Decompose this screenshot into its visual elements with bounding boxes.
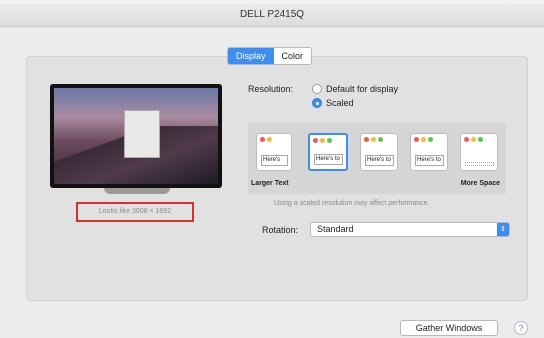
traffic-lights-icon — [464, 137, 483, 142]
traffic-lights-icon — [260, 137, 272, 142]
radio-scaled-label: Scaled — [326, 98, 354, 108]
radio-scaled[interactable] — [312, 98, 322, 108]
select-arrows-icon: ⇕ — [497, 223, 509, 236]
resolution-label: Resolution: — [248, 84, 294, 94]
rotation-select[interactable]: Standard ⇕ — [310, 222, 510, 237]
window-title: DELL P2415Q — [0, 4, 544, 27]
traffic-lights-icon — [313, 138, 332, 143]
monitor-preview — [50, 84, 222, 188]
scale-option-1[interactable]: Here's — [256, 133, 292, 171]
preview-window — [124, 110, 160, 158]
display-preferences-window: DELL P2415Q Display Color Looks like 300… — [0, 0, 544, 338]
traffic-lights-icon — [364, 137, 383, 142]
rotation-value: Standard — [317, 224, 354, 234]
scale-option-2[interactable]: Here's to the crazy — [308, 133, 348, 171]
more-space-label: More Space — [460, 180, 500, 187]
resolution-scaled-option[interactable]: Scaled — [312, 98, 354, 108]
scale-option-3[interactable]: Here's to the troublemakers — [360, 133, 398, 171]
scale-option-5[interactable] — [460, 133, 498, 171]
radio-default-label: Default for display — [326, 84, 399, 94]
desktop-wallpaper-preview — [54, 88, 218, 184]
tab-color[interactable]: Color — [274, 48, 312, 64]
performance-hint: Using a scaled resolution may affect per… — [274, 200, 430, 207]
scale-option-4[interactable]: Here's to the crazy ones — [410, 133, 448, 171]
resolution-default-option[interactable]: Default for display — [312, 84, 398, 94]
tab-bar: Display Color — [227, 47, 313, 65]
rotation-label: Rotation: — [262, 225, 299, 235]
looks-like-resolution: Looks like 3008 × 1692 — [76, 202, 194, 222]
traffic-lights-icon — [414, 137, 433, 142]
radio-default[interactable] — [312, 84, 322, 94]
tab-display[interactable]: Display — [228, 48, 274, 64]
help-icon[interactable]: ? — [514, 321, 528, 335]
larger-text-label: Larger Text — [251, 180, 289, 187]
gather-windows-button[interactable]: Gather Windows — [400, 320, 498, 336]
monitor-stand — [104, 188, 170, 194]
